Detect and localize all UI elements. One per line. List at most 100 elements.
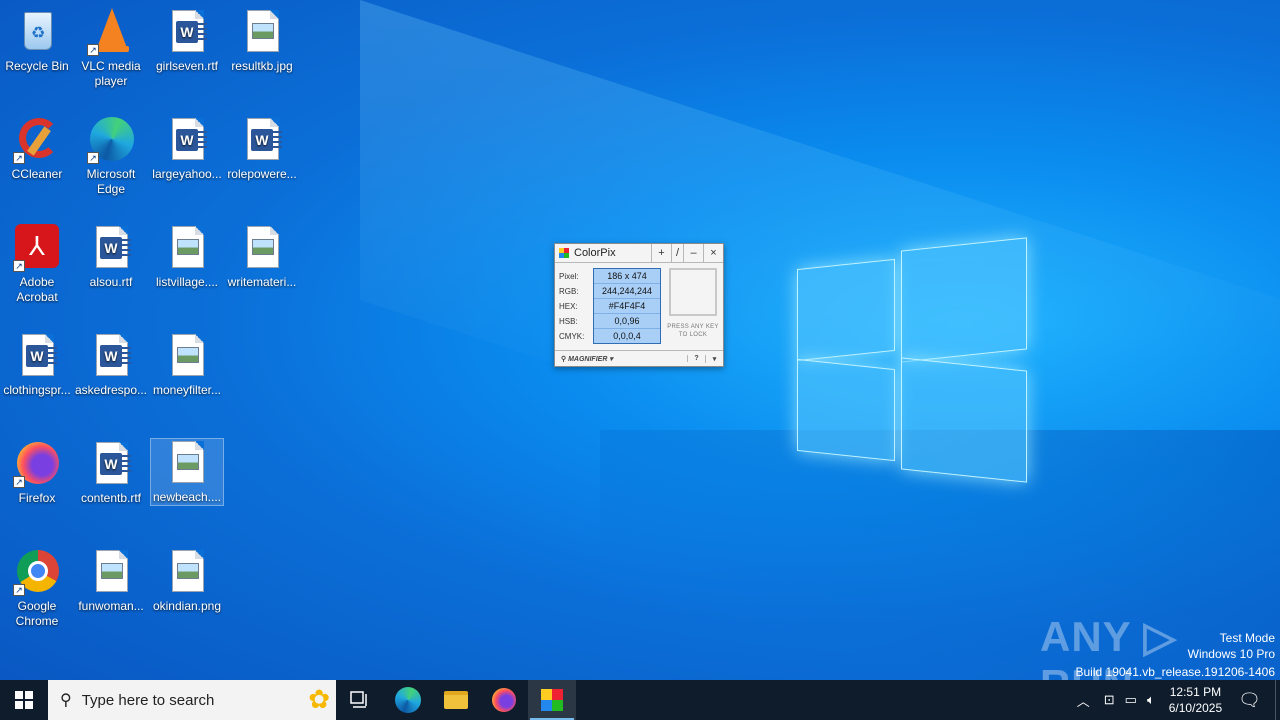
search-placeholder: Type here to search bbox=[81, 691, 215, 709]
desktop-icon-funwoman[interactable]: funwoman... bbox=[74, 548, 148, 614]
desktop-icon-okindian[interactable]: okindian.png bbox=[150, 548, 224, 614]
magnifier-toggle[interactable]: ⚲ MAGNIFIER ▾ bbox=[555, 355, 687, 363]
firefox-icon: ↗ bbox=[13, 440, 61, 488]
image-file-icon bbox=[87, 548, 135, 596]
desktop-icon-rolepowere[interactable]: W rolepowere... bbox=[225, 116, 299, 182]
ccleaner-icon: ↗ bbox=[13, 116, 61, 164]
clock-date: 6/10/2025 bbox=[1168, 701, 1223, 715]
desktop-icon-writemateri[interactable]: writemateri... bbox=[225, 224, 299, 290]
search-icon: ⚲ bbox=[60, 692, 72, 709]
minimize-button[interactable]: – bbox=[683, 244, 703, 262]
vlc-cone-icon: ↗ bbox=[87, 8, 135, 56]
desktop-icon-moneyfilter[interactable]: moneyfilter... bbox=[150, 332, 224, 398]
windows-logo-wallpaper bbox=[795, 237, 1029, 483]
desktop-icon-ccleaner[interactable]: ↗ CCleaner bbox=[0, 116, 74, 182]
desktop-icon-recycle-bin[interactable]: ♻ Recycle Bin bbox=[0, 8, 74, 74]
taskbar-file-explorer[interactable] bbox=[432, 680, 480, 720]
chevron-up-icon[interactable]: ︿ bbox=[1077, 691, 1090, 710]
colorpix-footer: ⚲ MAGNIFIER ▾ ? ▾ bbox=[555, 350, 723, 366]
desktop-icon-girlseven[interactable]: W girlseven.rtf bbox=[150, 8, 224, 74]
chrome-icon: ↗ bbox=[13, 548, 61, 596]
pixel-value[interactable]: 186 x 474 bbox=[594, 269, 660, 284]
task-view-button[interactable] bbox=[336, 680, 384, 720]
pin-button[interactable]: + bbox=[651, 244, 671, 262]
clock[interactable]: 12:51 PM 6/10/2025 bbox=[1169, 684, 1222, 716]
firefox-icon bbox=[492, 688, 516, 712]
desktop-icon-resultkb[interactable]: resultkb.jpg bbox=[225, 8, 299, 74]
taskbar-edge[interactable] bbox=[384, 680, 432, 720]
colorpix-titlebar[interactable]: ColorPix + / – × bbox=[555, 244, 723, 263]
shortcut-arrow-icon: ↗ bbox=[13, 476, 25, 488]
edge-icon: ↗ bbox=[87, 116, 135, 164]
word-document-icon: W bbox=[238, 116, 286, 164]
colorpix-window[interactable]: ColorPix + / – × Pixel: RGB: HEX: HSB: C… bbox=[554, 243, 724, 367]
hex-value[interactable]: #F4F4F4 bbox=[594, 299, 660, 314]
lock-hint: PRESS ANY KEY TO LOCK bbox=[667, 324, 719, 338]
desktop-icon-microsoft-edge[interactable]: ↗ Microsoft Edge bbox=[74, 116, 148, 197]
rgb-value[interactable]: 244,244,244 bbox=[594, 284, 660, 299]
desktop-icon-adobe-acrobat[interactable]: ⅄ ↗ Adobe Acrobat bbox=[0, 224, 74, 305]
cmyk-label: CMYK: bbox=[559, 332, 585, 341]
menu-dropdown-button[interactable]: ▾ bbox=[705, 354, 723, 363]
cmyk-value[interactable]: 0,0,0,4 bbox=[594, 329, 660, 344]
task-view-icon bbox=[350, 691, 367, 708]
windows-start-icon bbox=[15, 691, 33, 709]
word-document-icon: W bbox=[163, 116, 211, 164]
volume-icon[interactable]: 🔈︎ bbox=[1147, 692, 1155, 708]
search-highlight-flowers-icon: ✿ bbox=[308, 684, 330, 714]
shortcut-arrow-icon: ↗ bbox=[13, 260, 25, 272]
folder-icon bbox=[444, 691, 468, 709]
test-mode-text: Test Mode bbox=[1219, 631, 1275, 645]
recycle-bin-icon: ♻ bbox=[13, 8, 61, 56]
help-button[interactable]: ? bbox=[687, 355, 705, 362]
options-button[interactable]: / bbox=[671, 244, 683, 262]
close-button[interactable]: × bbox=[703, 244, 723, 262]
word-document-icon: W bbox=[87, 332, 135, 380]
desktop-icon-alsou[interactable]: W alsou.rtf bbox=[74, 224, 148, 290]
taskbar: ⚲ Type here to search ✿ ︿ ⊡ ▭ 🔈︎ 12:51 P… bbox=[0, 680, 1280, 720]
desktop-icon-newbeach[interactable]: newbeach.... bbox=[150, 438, 224, 506]
desktop-icon-contentb[interactable]: W contentb.rtf bbox=[74, 440, 148, 506]
clock-time: 12:51 PM bbox=[1169, 685, 1222, 699]
network-icon[interactable]: ▭ bbox=[1125, 692, 1137, 708]
image-file-icon bbox=[238, 224, 286, 272]
desktop-icon-largeyahoo[interactable]: W largeyahoo... bbox=[150, 116, 224, 182]
desktop-icon-askedrespo[interactable]: W askedrespo... bbox=[74, 332, 148, 398]
colorpix-labels: Pixel: RGB: HEX: HSB: CMYK: bbox=[559, 269, 584, 344]
hsb-value[interactable]: 0,0,96 bbox=[594, 314, 660, 329]
desktop-icon-listvillage[interactable]: listvillage.... bbox=[150, 224, 224, 290]
hex-label: HEX: bbox=[559, 302, 578, 311]
adobe-acrobat-icon: ⅄ ↗ bbox=[13, 224, 61, 272]
desktop-icon-vlc[interactable]: ↗ VLC media player bbox=[74, 8, 148, 89]
build-text: Build 19041.vb_release.191206-1406 bbox=[1075, 665, 1276, 679]
taskbar-colorpix[interactable] bbox=[528, 680, 576, 720]
pixel-label: Pixel: bbox=[559, 272, 579, 281]
system-tray: ︿ ⊡ ▭ 🔈︎ 12:51 PM 6/10/2025 🗨︎ bbox=[1077, 680, 1280, 720]
show-desktop-button[interactable] bbox=[1275, 680, 1280, 720]
desktop-icon-firefox[interactable]: ↗ Firefox bbox=[0, 440, 74, 506]
shortcut-arrow-icon: ↗ bbox=[87, 152, 99, 164]
taskbar-firefox[interactable] bbox=[480, 680, 528, 720]
magnifier-icon: ⚲ bbox=[561, 355, 567, 363]
word-document-icon: W bbox=[87, 224, 135, 272]
rgb-label: RGB: bbox=[559, 287, 579, 296]
word-document-icon: W bbox=[87, 440, 135, 488]
colorpix-title: ColorPix bbox=[574, 247, 616, 259]
desktop-icon-clothingspr[interactable]: W clothingspr... bbox=[0, 332, 74, 398]
color-swatch bbox=[669, 268, 717, 316]
shortcut-arrow-icon: ↗ bbox=[87, 44, 99, 56]
os-edition-text: Windows 10 Pro bbox=[1187, 647, 1275, 661]
start-button[interactable] bbox=[0, 680, 48, 720]
colorpix-values[interactable]: 186 x 474 244,244,244 #F4F4F4 0,0,96 0,0… bbox=[593, 268, 661, 344]
image-file-icon bbox=[163, 548, 211, 596]
shortcut-arrow-icon: ↗ bbox=[13, 152, 25, 164]
colorpix-logo-icon bbox=[559, 248, 569, 258]
word-document-icon: W bbox=[163, 8, 211, 56]
desktop-icon-google-chrome[interactable]: ↗ Google Chrome bbox=[0, 548, 74, 629]
hsb-label: HSB: bbox=[559, 317, 578, 326]
edge-icon bbox=[395, 687, 421, 713]
meet-now-icon[interactable]: ⊡ bbox=[1104, 692, 1115, 708]
image-file-icon bbox=[238, 8, 286, 56]
notification-center-icon[interactable]: 🗨︎ bbox=[1238, 690, 1261, 711]
taskbar-search-box[interactable]: ⚲ Type here to search ✿ bbox=[48, 680, 336, 720]
